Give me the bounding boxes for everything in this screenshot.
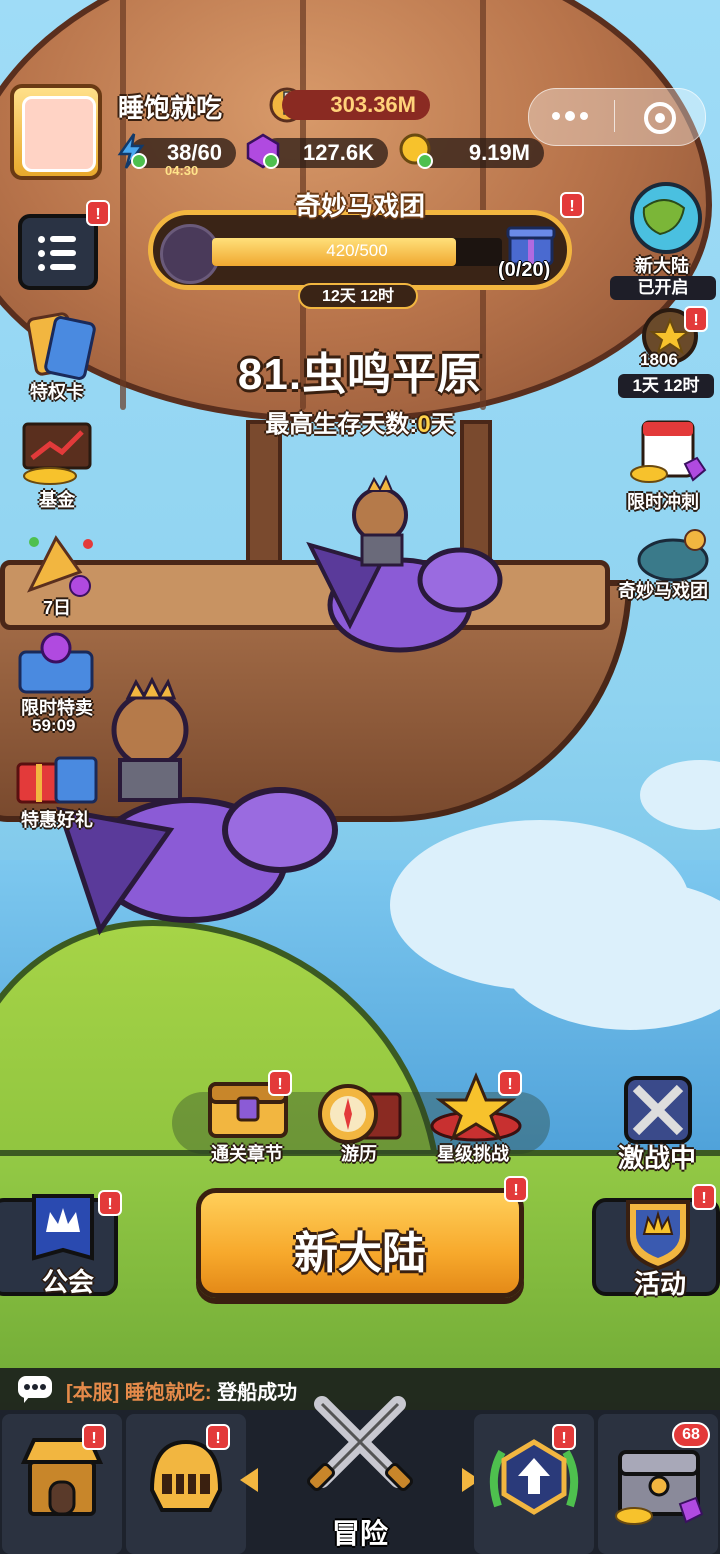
notification-badge: ! — [268, 1070, 292, 1096]
limited-sale-timer: 59:09 — [32, 716, 76, 735]
player-avatar[interactable] — [10, 84, 102, 180]
menu-line — [50, 250, 76, 256]
gift-stack-icon — [16, 756, 98, 804]
treasure-chest-icon — [615, 1450, 704, 1525]
notification-badge: ! — [692, 1184, 716, 1210]
battle-label: 激战中 — [617, 1143, 696, 1173]
battle-button[interactable] — [622, 1074, 694, 1146]
new-continent-status: 已开启 — [610, 276, 716, 300]
target-icon[interactable] — [642, 100, 678, 136]
combat-power: 303.36M — [282, 90, 430, 120]
notification-badge: ! — [684, 306, 708, 332]
notification-badge: ! — [552, 1424, 576, 1450]
new-continent-button[interactable] — [618, 178, 714, 258]
event-reward-count: (0/20) — [498, 259, 551, 281]
notification-badge: ! — [86, 200, 110, 226]
main-button-label: 新大陆 — [294, 1229, 426, 1278]
globe-icon — [630, 182, 702, 254]
coin-icon — [399, 133, 433, 169]
stage-subtitle-prefix: 最高生存天数: — [265, 411, 418, 438]
season-timer: 1天 12时 — [618, 374, 714, 398]
crossed-swords-icon — [307, 1396, 413, 1491]
chest-count-badge: 68 — [672, 1422, 710, 1448]
special-gift-label: 特惠好礼 — [21, 810, 93, 830]
circus-character-icon — [637, 529, 709, 582]
limited-sprint-label: 限时冲刺 — [627, 492, 699, 512]
sale-box-icon — [18, 632, 94, 694]
notification-badge: ! — [504, 1176, 528, 1202]
new-continent-label: 新大陆 — [635, 256, 689, 276]
calendar-icon — [630, 420, 707, 483]
party-popper-icon — [26, 535, 93, 597]
activity-button[interactable]: 活动 — [592, 1198, 720, 1299]
capsule-divider — [614, 100, 615, 132]
fund-label: 基金 — [39, 490, 75, 510]
special-gift-button[interactable] — [10, 744, 106, 814]
crossed-swords-icon — [624, 1076, 692, 1144]
chat-server-tag: [本服] — [66, 1382, 120, 1404]
gem-icon — [246, 133, 280, 169]
dots-icon[interactable] — [550, 106, 590, 126]
crown-shield-icon — [626, 1200, 690, 1271]
menu-dot — [38, 264, 45, 271]
lightning-icon — [117, 133, 147, 169]
privilege-card-label: 特权卡 — [30, 382, 84, 402]
avatar-portrait — [22, 96, 96, 172]
travel-button[interactable] — [314, 1080, 404, 1144]
stage-subtitle: 最高生存天数:0天 — [0, 404, 720, 439]
arrow-left-icon[interactable] — [240, 1468, 258, 1492]
energy-timer: 04:30 — [165, 163, 199, 178]
notification-badge: ! — [206, 1424, 230, 1450]
star-challenge-label: 星级挑战 — [437, 1144, 509, 1164]
notification-badge: ! — [498, 1070, 522, 1096]
list-icon — [38, 236, 45, 243]
guild-banner-icon — [32, 1194, 94, 1261]
event-title-text: 奇妙马戏团 — [294, 191, 425, 221]
menu-dot — [38, 250, 45, 257]
menu-line — [50, 264, 76, 270]
notification-badge: ! — [82, 1424, 106, 1450]
event-title: 奇妙马戏团 — [150, 186, 570, 223]
travel-label: 游历 — [341, 1144, 377, 1164]
chapter-clear-label: 通关章节 — [211, 1144, 283, 1164]
seven-day-label: 7日 — [42, 598, 71, 618]
card-icon — [26, 312, 96, 380]
circus-label: 奇妙马戏团 — [618, 581, 708, 601]
notification-badge: ! — [98, 1190, 122, 1216]
stage-subtitle-suffix: 天 — [430, 411, 455, 438]
season-value: 1806 — [640, 350, 678, 369]
tab-upgrade[interactable] — [474, 1414, 594, 1554]
event-progress-text: 420/500 — [326, 241, 388, 260]
menu-line — [50, 236, 76, 242]
compass-icon — [318, 1084, 402, 1144]
tab-adventure-label: 冒险 — [331, 1518, 388, 1549]
limited-sprint-button[interactable] — [620, 414, 716, 494]
chart-board-icon — [22, 422, 92, 485]
chat-bubble-icon — [18, 1376, 52, 1403]
chat-message: [本服] 睡饱就吃: 登船成功 — [66, 1376, 297, 1405]
chat-content: 登船成功 — [217, 1382, 298, 1404]
player-name: 睡饱就吃 — [118, 93, 223, 123]
event-timer: 12天 12时 — [298, 283, 418, 309]
new-continent-main-button[interactable]: 新大陆 — [196, 1188, 524, 1298]
chat-sender: 睡饱就吃: — [124, 1382, 212, 1404]
notification-badge: ! — [560, 192, 584, 218]
activity-label: 活动 — [633, 1269, 686, 1299]
stage-subtitle-value: 0 — [417, 411, 431, 438]
ticket-icon — [160, 224, 220, 284]
main-menu-button[interactable] — [18, 214, 98, 290]
guild-label: 公会 — [41, 1267, 94, 1297]
dragon-rider-character — [306, 474, 503, 653]
